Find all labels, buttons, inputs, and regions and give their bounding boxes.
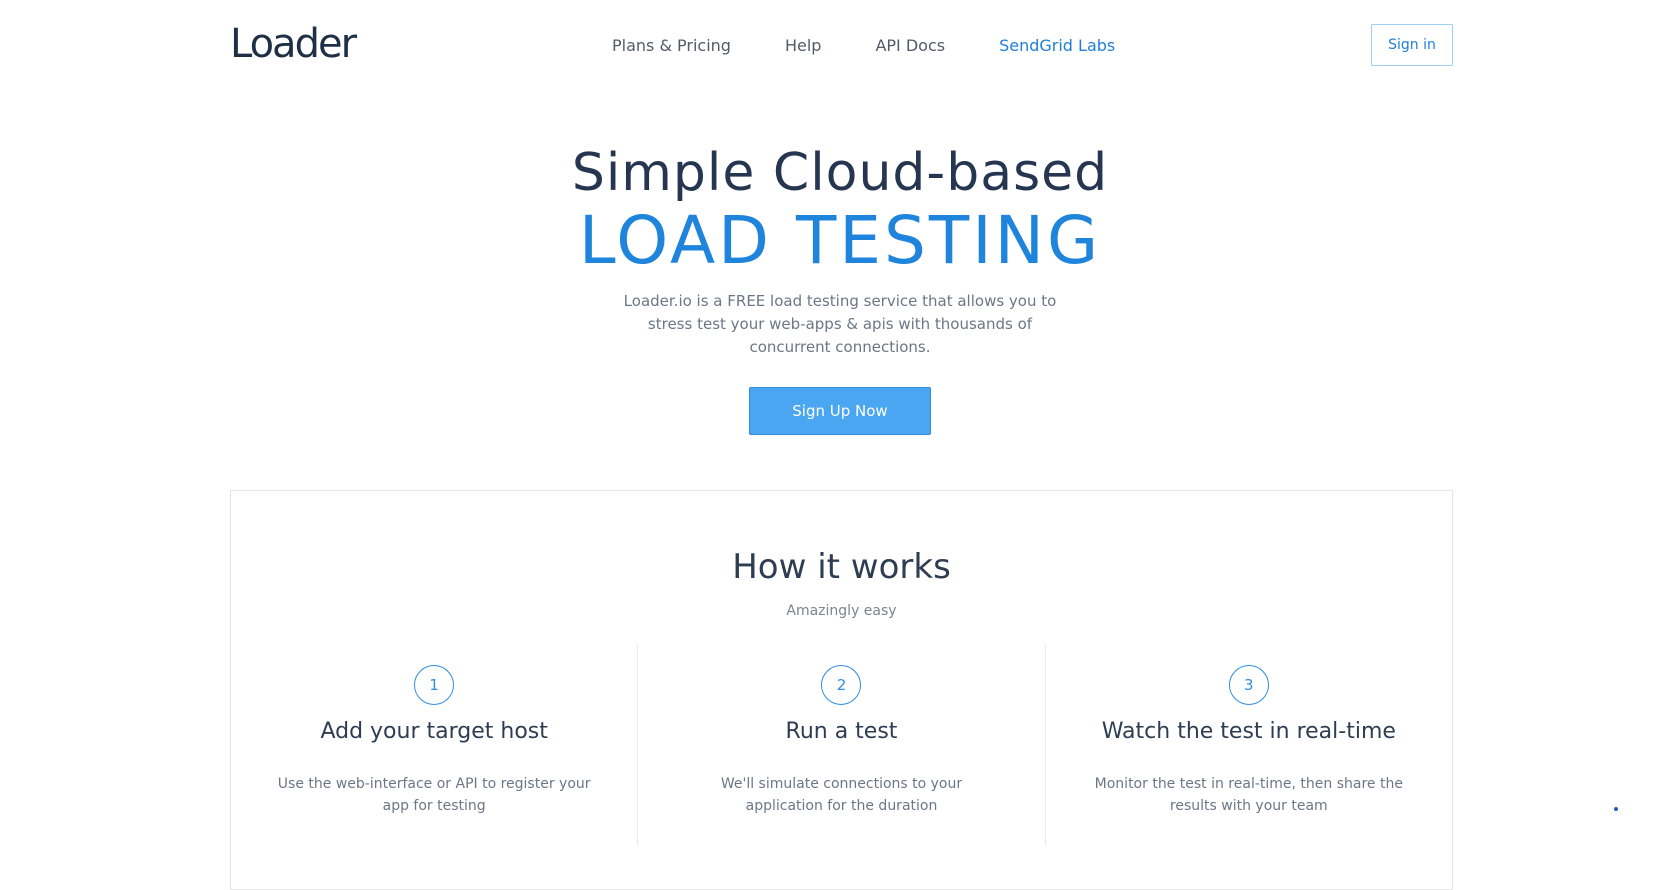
how-it-works-panel: How it works Amazingly easy 1 Add your t… [230, 490, 1453, 890]
steps-list: 1 Add your target host Use the web-inter… [231, 645, 1452, 845]
step-description: Use the web-interface or API to register… [277, 776, 591, 814]
how-it-works-subtitle: Amazingly easy [786, 603, 897, 619]
step-number-badge: 3 [1228, 665, 1269, 705]
nav-sendgrid-labs[interactable]: SendGrid Labs [999, 36, 1115, 56]
step-description: We'll simulate connections to your appli… [720, 776, 963, 814]
nav-api-docs[interactable]: API Docs [875, 36, 945, 56]
step-title: Run a test [785, 719, 898, 744]
step-3: 3 Watch the test in real-time Monitor th… [1044, 645, 1452, 845]
step-title: Watch the test in real-time [1101, 719, 1396, 744]
cursor-dot [1614, 807, 1618, 811]
how-it-works-title: How it works [732, 547, 951, 587]
hero-description: Loader.io is a FREE load testing service… [623, 292, 1057, 356]
hero-section: Simple Cloud-based LOAD TESTING Loader.i… [0, 142, 1680, 435]
nav-help[interactable]: Help [785, 36, 821, 56]
nav-plans-pricing[interactable]: Plans & Pricing [612, 36, 731, 56]
main-nav: Plans & Pricing Help API Docs SendGrid L… [612, 36, 1169, 56]
hero-title-line2: LOAD TESTING [578, 202, 1102, 279]
step-description: Monitor the test in real-time, then shar… [1094, 776, 1403, 814]
loader-logo[interactable]: Loader [230, 20, 357, 68]
step-title: Add your target host [320, 719, 548, 744]
step-2: 2 Run a test We'll simulate connections … [637, 645, 1044, 845]
sign-in-button[interactable]: Sign in [1371, 24, 1453, 66]
step-number-badge: 2 [821, 665, 862, 705]
sign-up-now-button[interactable]: Sign Up Now [749, 387, 931, 435]
step-number-badge: 1 [414, 665, 455, 705]
step-1: 1 Add your target host Use the web-inter… [231, 645, 637, 845]
hero-title-line1: Simple Cloud-based [571, 143, 1109, 203]
site-header: Loader Plans & Pricing Help API Docs Sen… [0, 0, 1680, 92]
